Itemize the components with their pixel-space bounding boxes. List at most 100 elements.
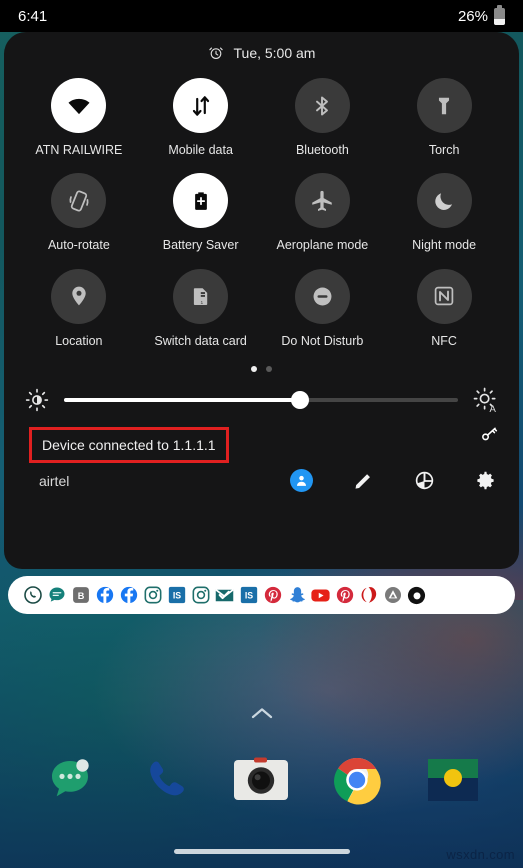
power-icon[interactable] xyxy=(414,470,435,491)
tile-row: ATN RAILWIRE Mobile data Bluetooth Torch xyxy=(18,78,505,173)
tile-label: Do Not Disturb xyxy=(281,333,364,348)
svg-text:IS: IS xyxy=(172,591,180,601)
snapchat-icon[interactable] xyxy=(286,585,307,606)
tile-icon-circle xyxy=(294,268,350,324)
chrome-app-icon[interactable] xyxy=(326,749,388,811)
carrier-label: airtel xyxy=(39,472,70,489)
tile-auto-rotate[interactable]: Auto-rotate xyxy=(18,173,140,268)
tile-label: Aeroplane mode xyxy=(276,238,369,253)
tile-bluetooth[interactable]: Bluetooth xyxy=(262,78,384,173)
tile-grid: ATN RAILWIRE Mobile data Bluetooth Torch… xyxy=(4,74,519,364)
tile-icon-circle xyxy=(173,78,229,133)
youtube-icon[interactable] xyxy=(310,585,331,606)
chat-bubble-icon[interactable] xyxy=(46,585,67,606)
do-not-disturb-icon xyxy=(313,287,332,306)
tile-label: ATN RAILWIRE xyxy=(35,143,123,157)
location-pin-icon xyxy=(72,286,86,306)
tile-icon-circle xyxy=(51,268,107,324)
alarm-row: Tue, 5:00 am xyxy=(4,32,519,74)
pinterest-icon-1[interactable] xyxy=(262,585,283,606)
instagram-icon-1[interactable] xyxy=(142,585,163,606)
brightness-slider-thumb[interactable] xyxy=(291,390,310,409)
svg-text:1: 1 xyxy=(201,300,204,306)
tile-label: Auto-rotate xyxy=(47,238,110,253)
settings-gear-icon[interactable] xyxy=(475,470,496,491)
tile-mobile-data[interactable]: Mobile data xyxy=(140,78,262,173)
brightness-slider-fill xyxy=(64,397,301,402)
home-indicator[interactable] xyxy=(173,849,350,854)
phone-screen: 6:41 26% Tue, 5:00 am ATN RAILWIRE Mobil… xyxy=(0,0,523,868)
flashlight-icon xyxy=(439,97,450,114)
quick-settings-footer: Device connected to 1.1.1.1 airtel xyxy=(4,413,519,493)
tile-label: Torch xyxy=(428,143,460,157)
ring-app-icon[interactable] xyxy=(406,585,427,606)
auto-rotate-icon xyxy=(69,190,89,212)
whatsapp-icon[interactable] xyxy=(22,585,43,606)
phone-app-icon[interactable] xyxy=(135,749,197,811)
status-bar-clock: 6:41 xyxy=(18,7,48,25)
mail-check-icon[interactable] xyxy=(214,585,235,606)
tile-icon-circle xyxy=(51,78,107,133)
tile-label: Night mode xyxy=(412,238,477,253)
tile-do-not-disturb[interactable]: Do Not Disturb xyxy=(262,268,384,364)
tile-switch-data-card[interactable]: 1 Switch data card xyxy=(140,268,262,364)
facebook-icon-1[interactable] xyxy=(94,585,115,606)
quick-settings-panel: Tue, 5:00 am ATN RAILWIRE Mobile data Bl… xyxy=(4,32,519,569)
battery-saver-icon xyxy=(194,192,207,210)
tile-label: Switch data card xyxy=(154,333,247,348)
instagram-icon-2[interactable] xyxy=(190,585,211,606)
battery-low-icon xyxy=(494,4,505,25)
facebook-icon-2[interactable] xyxy=(118,585,139,606)
messages-app-icon[interactable] xyxy=(39,749,101,811)
notification-app-pill: B IS IS xyxy=(8,576,515,614)
tile-icon-circle xyxy=(416,78,472,133)
tile-icon-circle xyxy=(416,268,472,324)
tile-label: Battery Saver xyxy=(162,238,239,253)
is-app-icon-1[interactable]: IS xyxy=(166,585,187,606)
tile-wifi[interactable]: ATN RAILWIRE xyxy=(18,78,140,173)
alarm-icon xyxy=(208,47,223,60)
tile-night-mode[interactable]: Night mode xyxy=(383,173,505,268)
wifi-icon xyxy=(68,98,90,114)
tile-nfc[interactable]: NFC xyxy=(383,268,505,364)
nfc-icon xyxy=(434,286,454,306)
tile-torch[interactable]: Torch xyxy=(383,78,505,173)
user-avatar-icon[interactable] xyxy=(290,469,313,493)
alarm-text: Tue, 5:00 am xyxy=(233,45,316,61)
wallpaper-sheen xyxy=(0,600,523,868)
tile-icon-circle: 1 xyxy=(173,268,229,324)
bing-b-icon[interactable]: B xyxy=(70,585,91,606)
sim-card-icon: 1 xyxy=(194,288,208,306)
tile-label: Mobile data xyxy=(168,143,233,157)
moon-icon xyxy=(435,193,453,210)
footer-icon-group xyxy=(290,469,498,493)
airplane-icon xyxy=(312,190,333,211)
tile-row: Auto-rotate Battery Saver Aeroplane mode… xyxy=(18,173,505,268)
carrier-row: airtel xyxy=(22,463,501,493)
tile-battery-saver[interactable]: Battery Saver xyxy=(140,173,262,268)
brightness-slider[interactable] xyxy=(64,390,458,409)
tile-aeroplane-mode[interactable]: Aeroplane mode xyxy=(262,173,384,268)
status-bar: 6:41 26% xyxy=(0,0,523,32)
tile-icon-circle xyxy=(294,78,350,133)
tile-label: Location xyxy=(55,333,103,348)
svg-text:A: A xyxy=(489,404,496,413)
camera-app-icon[interactable] xyxy=(230,749,292,811)
tile-location[interactable]: Location xyxy=(18,268,140,364)
appbrain-icon[interactable] xyxy=(382,585,403,606)
is-app-icon-2[interactable]: IS xyxy=(238,585,259,606)
brightness-auto-icon: A xyxy=(473,387,496,413)
gallery-app-icon[interactable] xyxy=(422,749,484,811)
battery-fill xyxy=(494,19,505,25)
home-dock xyxy=(0,740,523,820)
tile-icon-circle xyxy=(51,173,107,229)
edit-pencil-icon[interactable] xyxy=(353,470,374,491)
tile-icon-circle xyxy=(416,173,472,229)
svg-text:IS: IS xyxy=(244,591,252,601)
chevron-up-icon[interactable] xyxy=(251,706,273,720)
opera-swirl-icon[interactable] xyxy=(358,585,379,606)
tile-label: Bluetooth xyxy=(295,143,349,157)
battery-percent-label: 26% xyxy=(457,7,488,25)
pinterest-icon-2[interactable] xyxy=(334,585,355,606)
vpn-key-icon[interactable] xyxy=(480,425,499,444)
